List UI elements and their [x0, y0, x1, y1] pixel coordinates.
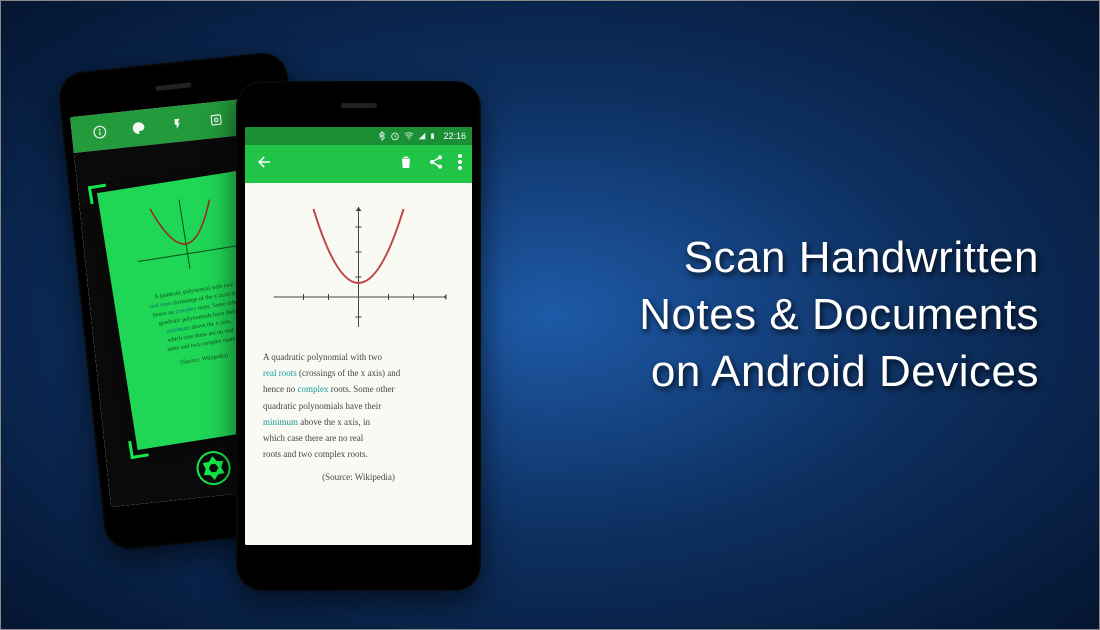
- result-source: (Source: Wikipedia): [263, 472, 454, 482]
- phone-speaker: [341, 103, 377, 108]
- status-bar: 22:16: [245, 127, 472, 145]
- viewfinder-icon[interactable]: [208, 111, 226, 129]
- info-icon[interactable]: [91, 123, 109, 141]
- note-line: real roots (crossings of the x axis) and: [263, 365, 454, 381]
- status-icons: 22:16: [377, 131, 466, 141]
- note-line: A quadratic polynomial with two: [263, 349, 454, 365]
- shutter-button[interactable]: [194, 448, 234, 488]
- signal-icon: [418, 131, 426, 141]
- alarm-icon: [390, 131, 400, 141]
- wifi-icon: [403, 131, 415, 141]
- crop-corner-bl[interactable]: [128, 438, 149, 459]
- result-notes: A quadratic polynomial with two real roo…: [263, 349, 454, 462]
- result-graph: [263, 197, 454, 337]
- crop-corner-tl[interactable]: [88, 184, 109, 205]
- note-line: hence no complex roots. Some other: [263, 381, 454, 397]
- note-line: minimum above the x axis, in: [263, 414, 454, 430]
- headline-text: Scan Handwritten Notes & Documents on An…: [639, 229, 1039, 401]
- paper-graph: [113, 184, 256, 284]
- back-icon[interactable]: [255, 153, 273, 176]
- palette-icon[interactable]: [130, 119, 148, 137]
- headline-line-2: Notes & Documents: [639, 286, 1039, 343]
- more-icon[interactable]: [458, 154, 462, 175]
- note-line: which case there are no real: [263, 430, 454, 446]
- result-toolbar: [245, 145, 472, 183]
- headline-line-1: Scan Handwritten: [639, 229, 1039, 286]
- result-body: A quadratic polynomial with two real roo…: [245, 183, 472, 545]
- phone-screen-result: 22:16: [245, 127, 472, 545]
- note-line: quadratic polynomials have their: [263, 398, 454, 414]
- battery-icon: [429, 131, 436, 141]
- phones-container: A quadratic polynomial with two real roo…: [81, 41, 531, 601]
- headline-line-3: on Android Devices: [639, 344, 1039, 401]
- note-line: roots and two complex roots.: [263, 446, 454, 462]
- share-icon[interactable]: [428, 154, 444, 175]
- phone-speaker: [155, 82, 191, 91]
- delete-icon[interactable]: [398, 154, 414, 175]
- bluetooth-icon: [377, 131, 387, 141]
- status-time: 22:16: [443, 131, 466, 141]
- flash-icon[interactable]: [169, 115, 187, 133]
- phone-mockup-result: 22:16: [236, 81, 481, 591]
